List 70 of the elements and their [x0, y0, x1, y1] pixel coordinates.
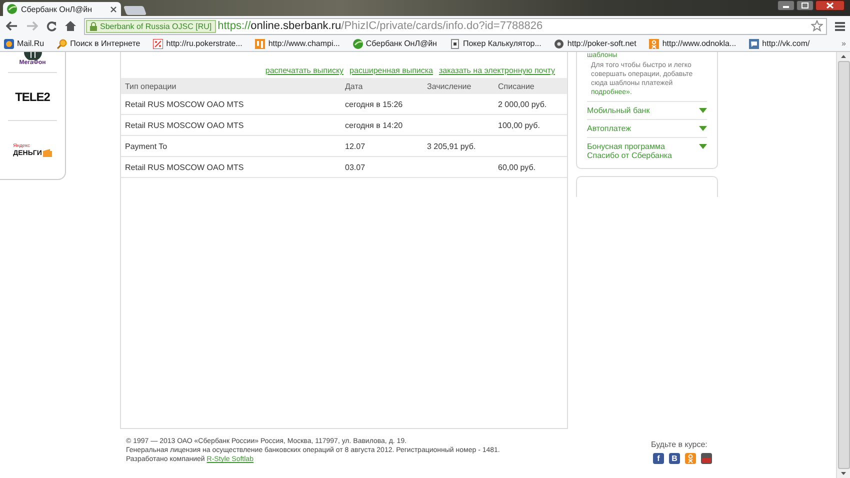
close-icon[interactable]: [110, 6, 117, 12]
percent-icon: [153, 38, 164, 48]
social-button[interactable]: B: [669, 453, 680, 464]
scroll-down-icon[interactable]: [841, 472, 846, 475]
lock-icon: [90, 22, 97, 30]
column-header: Дата: [344, 82, 364, 90]
bookmark[interactable]: Поиск в Интернете: [57, 38, 140, 48]
minimize-icon[interactable]: [777, 0, 795, 11]
table-row[interactable]: Retail RUS MOSCOW OAO MTS сегодня в 14:20 100,00 руб.: [121, 115, 567, 136]
star-icon[interactable]: [811, 20, 823, 32]
menu-icon[interactable]: [835, 22, 845, 30]
browser-tab[interactable]: Сбербанк ОнЛ@йн: [3, 2, 121, 16]
table-cell-text: 03.07: [344, 162, 366, 172]
column-header: Зачисление: [426, 82, 472, 90]
scrollbar[interactable]: [836, 52, 850, 478]
statement-link[interactable]: заказать на электронную почту: [439, 66, 555, 75]
magnifier-icon: [57, 38, 68, 48]
table-cell-text: Retail RUS MOSCOW OAO MTS: [124, 120, 245, 130]
column-header: Тип операции: [124, 82, 178, 90]
leaf-logo-icon: [7, 4, 17, 14]
table-cell-text: 2 000,00 руб.: [497, 100, 548, 108]
column-header: Списание: [497, 82, 536, 90]
bookmark[interactable]: http://ru.pokerstrate...: [153, 38, 242, 48]
table-cell-text: Payment To: [124, 142, 168, 150]
bookmark[interactable]: http://www.odnokla...: [649, 38, 736, 48]
site-identity-badge[interactable]: Sberbank of Russia OJSC [RU]: [86, 20, 216, 32]
expandable-item[interactable]: Бонусная программа Спасибо от Сбербанка: [587, 137, 707, 164]
reload-icon[interactable]: [46, 20, 57, 32]
square-icon: [255, 38, 266, 48]
leaf-logo-icon: [352, 38, 363, 48]
close-icon[interactable]: [815, 0, 845, 11]
new-tab-button[interactable]: [123, 6, 147, 15]
table-cell-text: Retail RUS MOSCOW OAO MTS: [124, 162, 245, 172]
table-cell-text: 12.07: [344, 142, 366, 150]
wallet-icon: [42, 149, 52, 157]
table-row[interactable]: Payment To 12.07 3 205,91 руб.: [121, 136, 567, 157]
scrollbar-thumb[interactable]: [838, 61, 850, 469]
bookmark[interactable]: Покер Калькулятор...: [450, 38, 542, 48]
logo-text[interactable]: TELE2: [15, 90, 50, 104]
statement-link[interactable]: распечатать выписку: [265, 66, 344, 75]
more-bookmarks-button[interactable]: »: [842, 39, 846, 48]
bookmark[interactable]: http://www.champi...: [255, 38, 340, 48]
address-field[interactable]: Sberbank of Russia OJSC [RU] https://online.sberbank.ru/PhizIC/private/cards/info.do?id=7788826: [84, 18, 827, 34]
expandable-item[interactable]: Мобильный банк: [587, 101, 707, 119]
bookmark[interactable]: http://poker-soft.net: [554, 38, 636, 48]
table-cell-text: Retail RUS MOSCOW OAO MTS: [124, 100, 245, 108]
home-icon[interactable]: [65, 21, 76, 31]
speech-bubble-icon: [749, 38, 760, 48]
gear-icon: [554, 38, 564, 48]
scroll-up-icon[interactable]: [841, 55, 846, 58]
table-cell-text: 3 205,91 руб.: [426, 142, 477, 150]
table-cell-text: 100,00 руб.: [497, 120, 541, 130]
table-cell-text: сегодня в 15:26: [344, 100, 404, 108]
video-icon[interactable]: [701, 453, 712, 464]
table-cell-text: сегодня в 14:20: [344, 120, 404, 130]
statement-link[interactable]: расширенная выписка: [350, 66, 433, 75]
social-button[interactable]: f: [653, 453, 664, 464]
envelope-icon: [4, 38, 14, 48]
back-arrow-icon[interactable]: [6, 21, 18, 31]
social-title: Будьте в курсе:: [651, 440, 708, 449]
maximize-icon[interactable]: [796, 0, 814, 11]
bookmark[interactable]: Mail.Ru: [4, 38, 44, 48]
bookmark[interactable]: http://vk.com/: [749, 38, 810, 48]
person-icon: [649, 38, 660, 48]
table-row[interactable]: Retail RUS MOSCOW OAO MTS 03.07 60,00 руб.: [121, 157, 567, 178]
page-icon: [450, 38, 460, 48]
table-row[interactable]: Retail RUS MOSCOW OAO MTS сегодня в 15:26 2 000,00 руб.: [121, 94, 567, 115]
expandable-item[interactable]: Автоплатеж: [587, 119, 707, 137]
bookmark[interactable]: Сбербанк ОнЛ@йн: [352, 38, 437, 48]
table-cell-text: 60,00 руб.: [497, 162, 536, 172]
